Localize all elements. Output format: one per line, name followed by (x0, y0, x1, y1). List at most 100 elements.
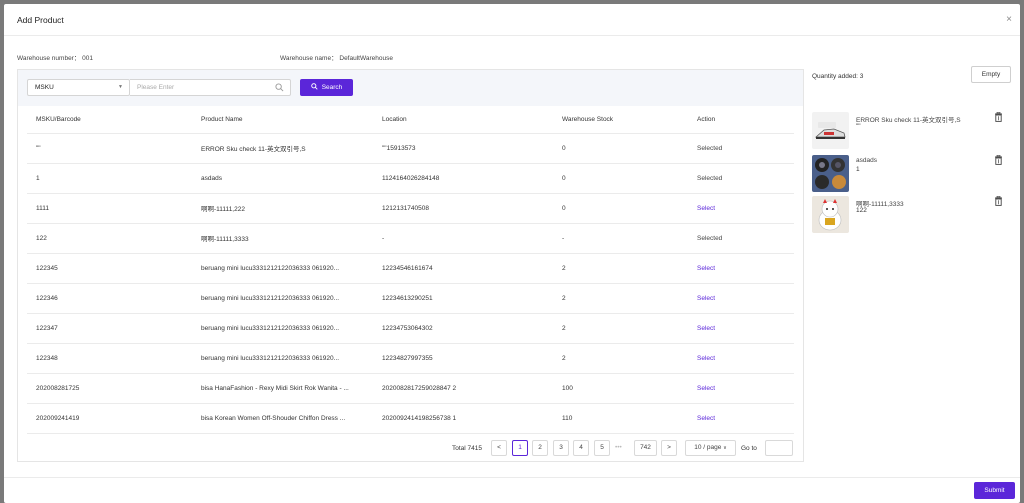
select-link[interactable]: Select (688, 283, 794, 314)
selected-item: 啊啊-11111,3333 122 (812, 196, 1016, 234)
search-placeholder: Please Enter (137, 84, 175, 91)
msku-cell: 202008281725 (27, 373, 192, 404)
table-row: 122346 beruang mini lucu3331212122036333 … (27, 283, 794, 314)
page-1[interactable]: 1 (512, 440, 528, 456)
table-row: 122 啊啊-11111,3333- - Selected (27, 223, 794, 254)
product-thumbnail (812, 112, 849, 149)
msku-cell: 122347 (27, 313, 192, 344)
msku-cell: 122346 (27, 283, 192, 314)
table-row: 122345 beruang mini lucu3331212122036333 … (27, 253, 794, 284)
column-header: Warehouse Stock (553, 107, 688, 134)
page-2[interactable]: 2 (532, 440, 548, 456)
location-cell: 12234753064302 (373, 313, 553, 344)
page-ellipsis[interactable]: ••• (615, 444, 622, 451)
table-row: 1 asdads 1124164026284148 0 Selected (27, 163, 794, 194)
product-thumbnail (812, 196, 849, 233)
product-name-cell: beruang mini lucu3331212122036333 061920… (192, 253, 373, 284)
table-row: "" ERROR Sku check 11-英文双引号,S ""15913573 0 S… (27, 133, 794, 164)
select-link[interactable]: Select (688, 373, 794, 404)
search-button[interactable]: Search (300, 79, 353, 96)
product-name-cell: beruang mini lucu3331212122036333 061920… (192, 313, 373, 344)
goto-label: Go to (741, 445, 757, 452)
select-link[interactable]: Select (688, 343, 794, 374)
next-page-button[interactable]: > (661, 440, 677, 456)
column-header: Product Name (192, 107, 373, 134)
select-link[interactable]: Select (688, 403, 794, 434)
page-3[interactable]: 3 (553, 440, 569, 456)
page-4[interactable]: 4 (573, 440, 589, 456)
table-row: 122347 beruang mini lucu3331212122036333 … (27, 313, 794, 344)
product-name-cell: bisa Korean Women Off-Shouder Chiffon Dr… (192, 403, 373, 434)
msku-cell: 1 (27, 163, 192, 194)
submit-button[interactable]: Submit (974, 482, 1015, 499)
selected-item-sku: "" (856, 123, 861, 130)
goto-input[interactable] (765, 440, 793, 456)
pagination-total: Total 7415 (452, 445, 482, 452)
table-header-row: MSKU/Barcode Product Name Location Wareh… (27, 107, 794, 134)
location-cell: - (373, 223, 553, 254)
page-5[interactable]: 5 (594, 440, 610, 456)
selected-item-name: asdads (856, 157, 877, 164)
product-name-cell: bisa HanaFashion - Rexy Midi Skirt Rok W… (192, 373, 373, 404)
page-size-value: 10 / page (694, 444, 722, 451)
product-thumbnail (812, 155, 849, 192)
msku-cell: 202009241419 (27, 403, 192, 434)
stock-cell: - (553, 223, 688, 254)
search-icon (275, 83, 284, 92)
chevron-down-icon: ▼ (118, 84, 123, 90)
warehouse-name: Warehouse name： DefaultWarehouse (280, 55, 393, 62)
table-row: 202009241419 bisa Korean Women Off-Shoude… (27, 403, 794, 434)
close-icon[interactable]: × (1006, 15, 1012, 25)
column-header: MSKU/Barcode (27, 107, 192, 134)
stock-cell: 2 (553, 283, 688, 314)
msku-cell: 122345 (27, 253, 192, 284)
product-name-cell: asdads (192, 163, 373, 194)
location-cell: 12234546161674 (373, 253, 553, 284)
search-field-value: MSKU (35, 84, 54, 91)
table-row: 1111 啊啊-11111,222 1212131740508 0 Select (27, 193, 794, 224)
stock-cell: 0 (553, 163, 688, 194)
chevron-down-icon: ∨ (723, 445, 727, 451)
dialog-header: Add Product × (4, 4, 1020, 36)
location-cell: 1212131740508 (373, 193, 553, 224)
table-row: 202008281725 bisa HanaFashion - Rexy Midi… (27, 373, 794, 404)
selected-item: ERROR Sku check 11-英文双引号,S "" (812, 112, 1016, 150)
location-cell: 12234613290251 (373, 283, 553, 314)
msku-cell: 122 (27, 223, 192, 254)
location-cell: 2020082817259028847 2 (373, 373, 553, 404)
search-field-select[interactable]: MSKU ▼ (27, 79, 130, 96)
quantity-added: Quantity added: 3 (812, 73, 864, 80)
stock-cell: 2 (553, 313, 688, 344)
warehouse-number: Warehouse number： 001 (17, 55, 93, 62)
page-last[interactable]: 742 (634, 440, 657, 456)
stock-cell: 0 (553, 133, 688, 164)
empty-button[interactable]: Empty (971, 66, 1011, 83)
selected-item-name: ERROR Sku check 11-英文双引号,S (856, 117, 961, 124)
page-size-select[interactable]: 10 / page ∨ (685, 440, 736, 456)
footer-divider (4, 477, 1020, 478)
product-table: MSKU/Barcode Product Name Location Wareh… (27, 107, 794, 434)
search-input[interactable]: Please Enter (130, 79, 291, 96)
selected-item-sku: 122 (856, 207, 867, 214)
product-name-cell: 啊啊-11111,3333 (192, 223, 373, 254)
trash-icon[interactable] (994, 196, 1003, 206)
stock-cell: 2 (553, 253, 688, 284)
msku-cell: 122348 (27, 343, 192, 374)
product-name-cell: beruang mini lucu3331212122036333 061920… (192, 283, 373, 314)
location-cell: 12234827997355 (373, 343, 553, 374)
trash-icon[interactable] (994, 112, 1003, 122)
select-link[interactable]: Select (688, 313, 794, 344)
selected-item: asdads 1 (812, 155, 1016, 193)
search-icon (310, 83, 318, 90)
trash-icon[interactable] (994, 155, 1003, 165)
prev-page-button[interactable]: < (491, 440, 507, 456)
select-link[interactable]: Select (688, 253, 794, 284)
selected-status: Selected (688, 223, 794, 254)
product-name-cell: 啊啊-11111,222 (192, 193, 373, 224)
product-name-cell: beruang mini lucu3331212122036333 061920… (192, 343, 373, 374)
select-link[interactable]: Select (688, 193, 794, 224)
msku-cell: 1111 (27, 193, 192, 224)
location-cell: 2020092414198256738 1 (373, 403, 553, 434)
selected-status: Selected (688, 133, 794, 164)
search-toolbar: MSKU ▼ Please Enter Search (18, 70, 803, 106)
